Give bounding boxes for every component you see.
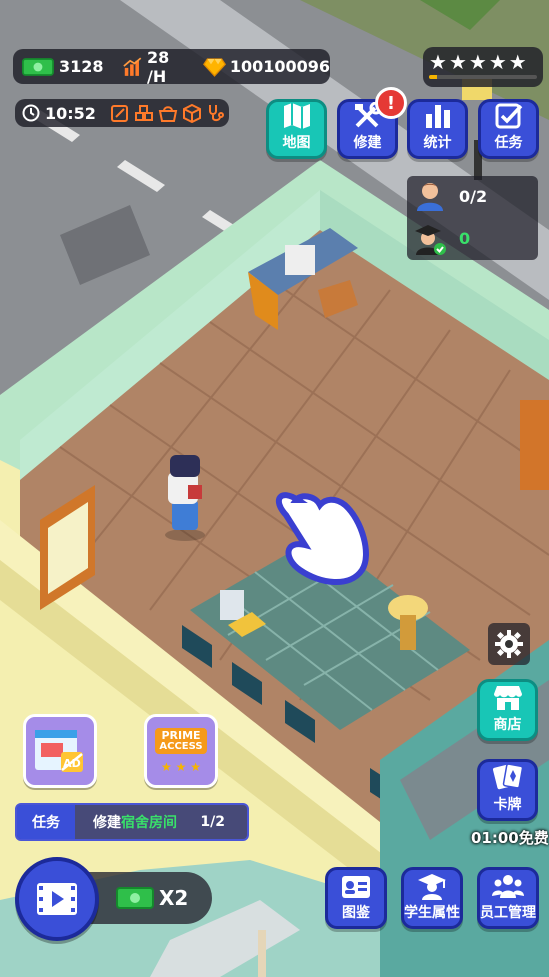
settings-button[interactable] xyxy=(488,623,530,665)
gem-value: 100100096 xyxy=(229,57,331,76)
student-attributes-button[interactable]: 学生属性 xyxy=(401,867,463,929)
video-bonus-multiplier: X2 xyxy=(159,886,189,910)
video-play-icon xyxy=(37,883,77,915)
watch-video-button[interactable] xyxy=(15,857,99,941)
star-progress-fill xyxy=(429,75,437,79)
no-ads-icon: AD xyxy=(35,730,83,772)
task-tag: 任务 xyxy=(17,805,75,839)
map-icon xyxy=(283,103,310,129)
graduate-avatar-icon xyxy=(415,225,446,255)
prime-access-button[interactable]: PRIME ACCESS ★ ★ ★ xyxy=(144,714,218,788)
star-icon: ★ xyxy=(448,50,467,74)
build-alert-badge: ! xyxy=(375,87,407,119)
bar-chart-icon xyxy=(425,105,450,128)
pencil-note-icon xyxy=(110,105,128,122)
clock-time: 10:52 xyxy=(45,103,96,123)
workers-count: 0/2 xyxy=(459,187,488,206)
gem-icon xyxy=(202,57,226,77)
task-tag-label: 任务 xyxy=(32,815,60,831)
income-rate-icon xyxy=(123,56,142,76)
staff-panel[interactable]: 0/2 0 xyxy=(407,176,538,260)
star-rating[interactable]: ★ ★ ★ ★ ★ xyxy=(423,47,543,87)
graduate-cap-icon xyxy=(418,874,446,900)
cards-free-timer: 01:00免费 xyxy=(471,829,549,847)
statistics-button-label: 统计 xyxy=(423,135,452,151)
basket-icon xyxy=(158,106,178,122)
encyclopedia-button-label: 图鉴 xyxy=(342,905,370,921)
income-rate-value: 28 /H xyxy=(146,47,170,86)
printer xyxy=(285,245,315,275)
resource-bar: 3128 28 /H 100100096 xyxy=(13,47,331,86)
stethoscope-icon xyxy=(208,105,224,122)
star-icon: ★ xyxy=(488,50,507,74)
access-label: ACCESS xyxy=(159,741,203,752)
remove-ads-button[interactable]: AD xyxy=(23,714,97,788)
prime-label: PRIME xyxy=(161,729,201,742)
task-progress: 1/2 xyxy=(200,814,225,830)
staff-management-button[interactable]: 员工管理 xyxy=(477,867,539,929)
current-task-bar[interactable]: 任务 修建 宿舍房间 1/2 xyxy=(15,803,249,841)
map-button[interactable]: 地图 xyxy=(266,99,327,159)
staff-management-button-label: 员工管理 xyxy=(480,905,536,921)
graduates-count: 0 xyxy=(459,229,471,248)
cards-button-label: 卡牌 xyxy=(493,797,522,813)
id-card-icon xyxy=(342,876,370,898)
boxes-icon xyxy=(134,105,153,121)
cards-button[interactable]: 卡牌 xyxy=(477,759,538,821)
storefront-icon xyxy=(493,686,522,710)
star-row: ★ ★ ★ ★ ★ xyxy=(429,52,527,72)
build-button-label: 修建 xyxy=(353,135,382,151)
shop-button-label: 商店 xyxy=(493,717,522,733)
sink-stand xyxy=(400,615,416,650)
cash-bonus-icon xyxy=(116,887,154,909)
cash-value: 3128 xyxy=(58,57,104,76)
star-icon: ★ xyxy=(508,50,527,74)
task-text-highlight: 宿舍房间 xyxy=(121,815,177,831)
gear-icon xyxy=(495,630,523,658)
statistics-button[interactable]: 统计 xyxy=(407,99,468,159)
toilet xyxy=(220,590,244,620)
map-button-label: 地图 xyxy=(282,135,311,151)
staff-group-icon xyxy=(492,875,524,898)
checklist-icon xyxy=(495,103,522,129)
alert-exclamation-icon: ! xyxy=(386,92,396,114)
student-attributes-button-label: 学生属性 xyxy=(404,905,460,921)
encyclopedia-button[interactable]: 图鉴 xyxy=(325,867,387,929)
cash-icon xyxy=(22,57,54,76)
prime-access-badge: PRIME ACCESS xyxy=(155,728,207,754)
shop-button[interactable]: 商店 xyxy=(477,679,538,741)
tasks-button-label: 任务 xyxy=(494,135,523,151)
package-icon xyxy=(182,103,201,123)
lower-door-frame xyxy=(258,930,266,977)
activity-icons xyxy=(110,103,226,123)
prime-stars-icon: ★ ★ ★ xyxy=(161,760,201,774)
star-icon: ★ xyxy=(429,50,447,74)
clock-icon xyxy=(22,104,40,122)
clock-bar: 10:52 xyxy=(15,99,229,127)
task-text-prefix: 修建 xyxy=(93,815,121,831)
bookshelf xyxy=(520,400,549,490)
star-icon: ★ xyxy=(468,50,487,74)
playing-cards-icon xyxy=(492,763,523,790)
worker-avatar-icon xyxy=(417,183,443,211)
star-progress-track xyxy=(429,75,537,79)
tasks-button[interactable]: 任务 xyxy=(478,99,539,159)
